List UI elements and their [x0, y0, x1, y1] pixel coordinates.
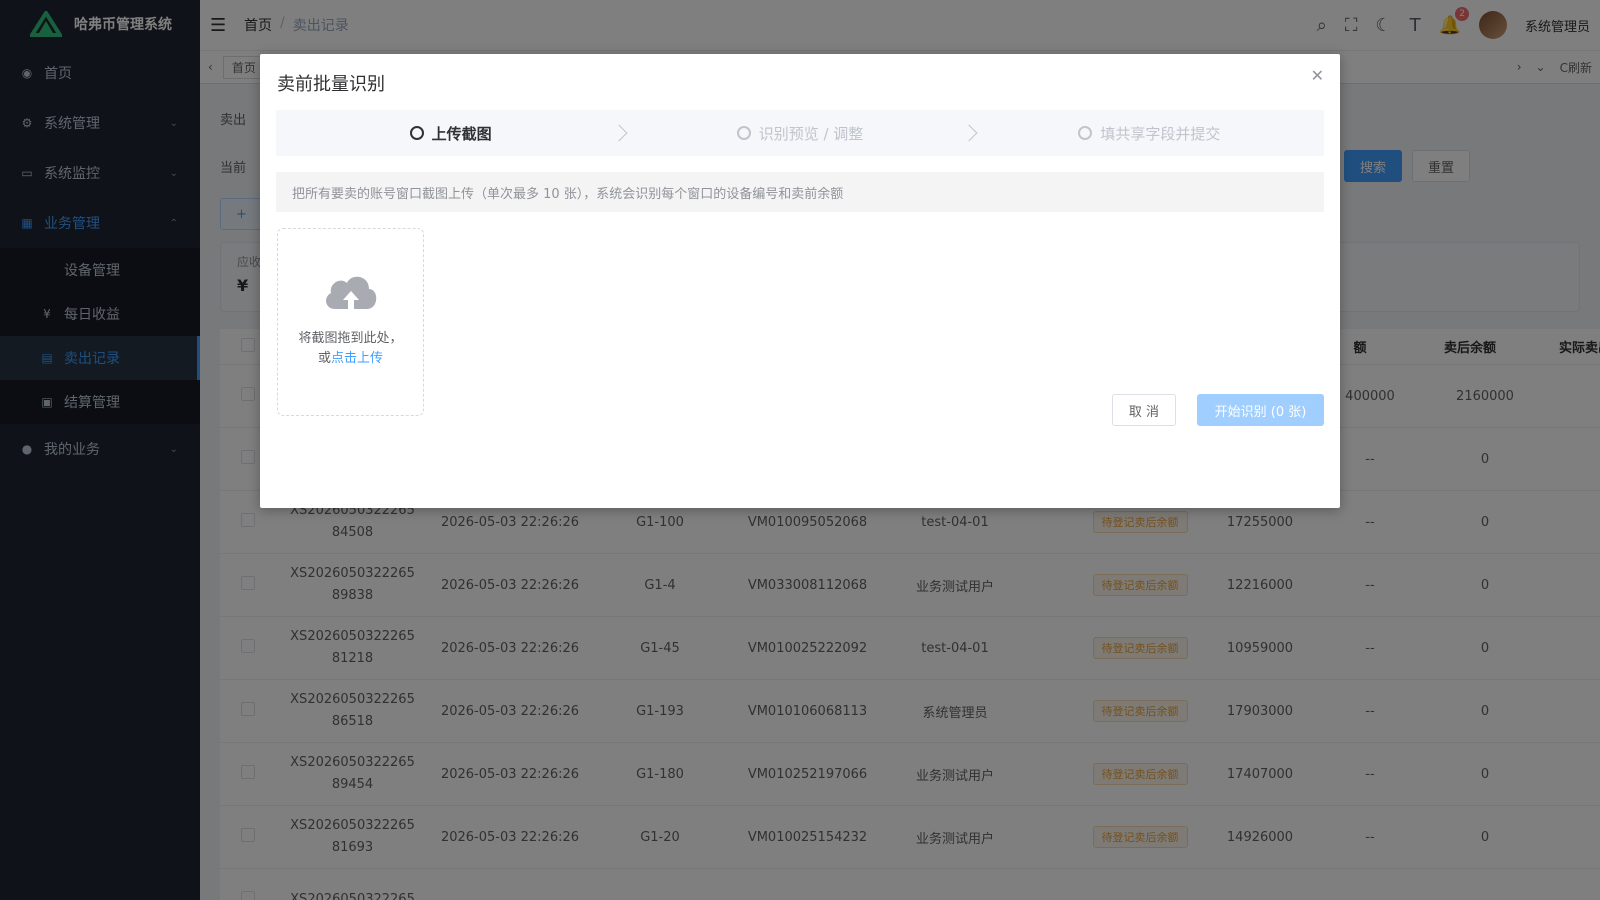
upload-dropzone[interactable]: 将截图拖到此处， 或点击上传 — [277, 228, 424, 416]
step-label: 识别预览 / 调整 — [758, 124, 864, 143]
dialog-title: 卖前批量识别 — [277, 74, 385, 95]
steps: 上传截图 识别预览 / 调整 填共享字段并提交 — [276, 110, 1324, 156]
close-icon[interactable]: ✕ — [1311, 66, 1324, 85]
step-label: 填共享字段并提交 — [1100, 124, 1221, 143]
cloud-upload-icon — [325, 276, 376, 311]
upload-or: 或 — [317, 351, 331, 366]
upload-text: 将截图拖到此处， 或点击上传 — [298, 329, 402, 369]
upload-line2: 或点击上传 — [298, 349, 402, 369]
step-circle-icon — [409, 126, 424, 140]
step-upload: 上传截图 — [276, 123, 628, 144]
click-upload-link[interactable]: 点击上传 — [331, 351, 383, 366]
upload-line1: 将截图拖到此处， — [298, 331, 403, 346]
batch-recognize-dialog: 卖前批量识别 ✕ 上传截图 识别预览 / 调整 填共享字段并提交 把所有要卖的账… — [260, 54, 1340, 508]
step-circle-icon — [736, 126, 751, 140]
step-circle-icon — [1078, 126, 1093, 140]
start-recognize-button[interactable]: 开始识别 (0 张) — [1197, 394, 1324, 426]
cancel-button[interactable]: 取 消 — [1112, 394, 1176, 426]
upload-hint: 把所有要卖的账号窗口截图上传（单次最多 10 张），系统会识别每个窗口的设备编号… — [276, 172, 1324, 212]
step-label: 上传截图 — [431, 124, 492, 143]
step-submit: 填共享字段并提交 — [975, 123, 1324, 144]
step-preview: 识别预览 / 调整 — [625, 123, 978, 144]
